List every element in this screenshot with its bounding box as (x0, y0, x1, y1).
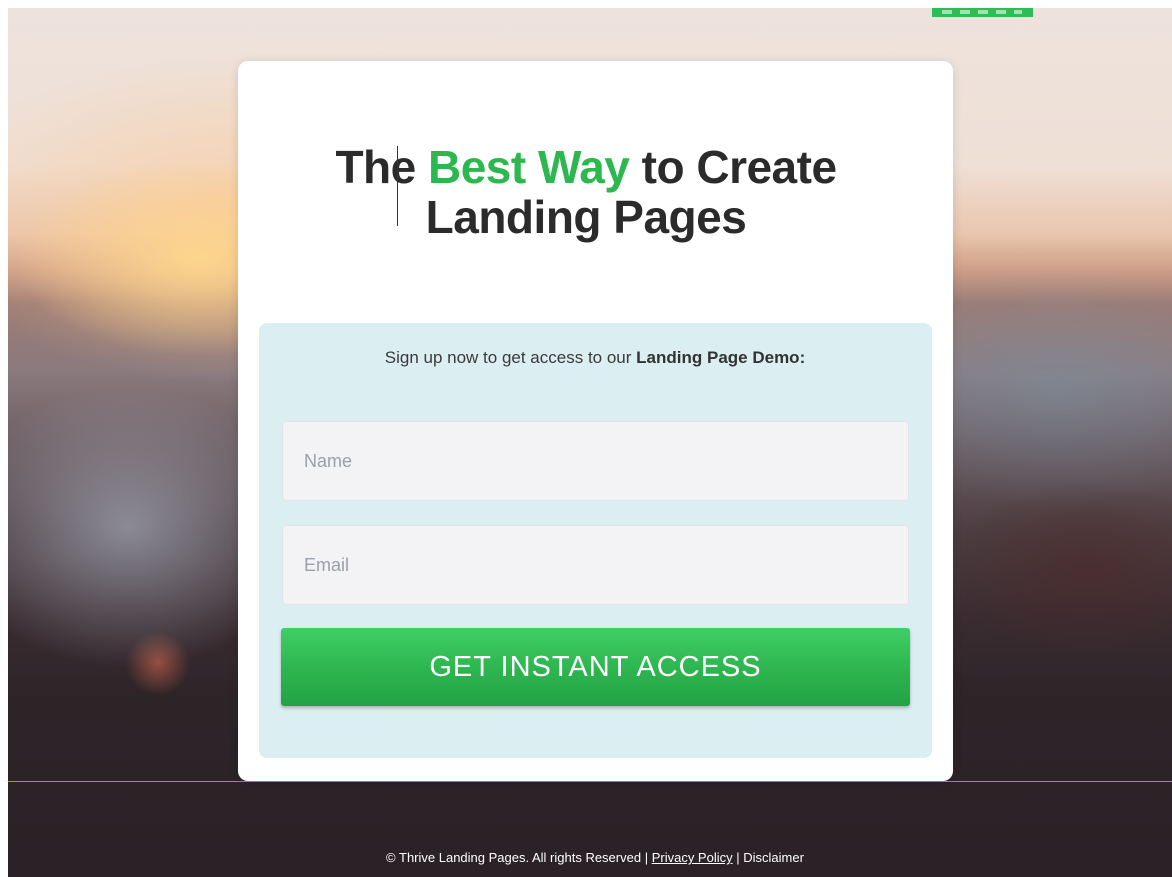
form-intro-bold: Landing Page Demo: (636, 348, 806, 367)
form-intro: Sign up now to get access to our Landing… (0, 348, 1172, 368)
email-input[interactable] (283, 526, 908, 604)
headline-line2: Landing Pages (425, 191, 747, 243)
form-intro-text: Sign up now to get access to our (384, 348, 632, 367)
headline-suffix: to Create (641, 141, 837, 193)
footer-separator: | (736, 850, 740, 865)
email-field[interactable] (282, 525, 909, 605)
section-divider (8, 781, 1172, 782)
footer-copyright: © Thrive Landing Pages. All rights Reser… (386, 850, 649, 865)
page-headline: The Best Way to Create Landing Pages (0, 142, 1172, 242)
headline-prefix: The (335, 141, 416, 193)
get-instant-access-button[interactable]: GET INSTANT ACCESS (281, 628, 910, 706)
name-field[interactable] (282, 421, 909, 501)
text-cursor (397, 146, 398, 226)
badge-icons (942, 10, 1022, 14)
privacy-policy-link[interactable]: Privacy Policy (652, 850, 733, 865)
top-badge (932, 8, 1033, 17)
footer: © Thrive Landing Pages. All rights Reser… (0, 850, 1172, 865)
headline-accent: Best Way (428, 141, 630, 193)
name-input[interactable] (283, 422, 908, 500)
disclaimer-link[interactable]: Disclaimer (743, 850, 804, 865)
